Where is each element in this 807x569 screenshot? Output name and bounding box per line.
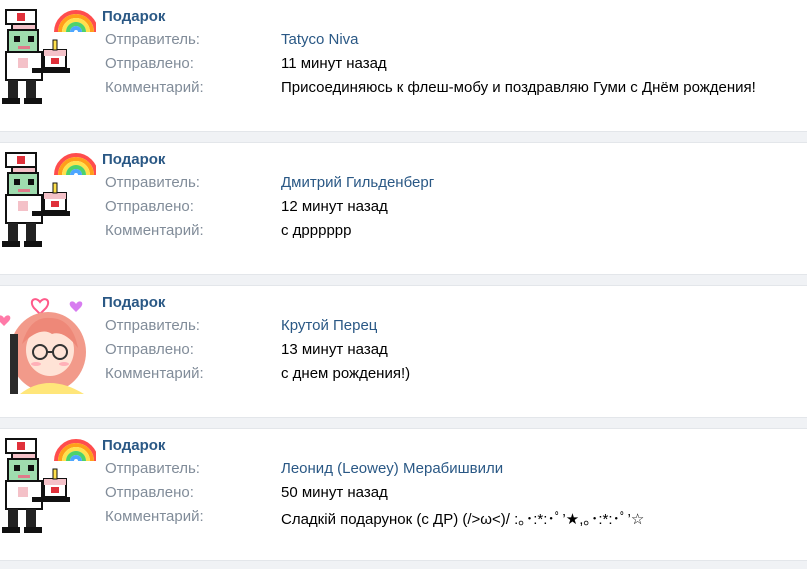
sender-link[interactable]: Tatyco Niva — [281, 31, 359, 48]
comment-label: Комментарий: — [105, 508, 204, 525]
sender-label: Отправитель: — [105, 460, 200, 477]
comment-text: Присоединяюсь к флеш-мобу и поздравляю Г… — [281, 79, 756, 96]
comment-label: Комментарий: — [105, 79, 204, 96]
comment-text: с днем рождения!) — [281, 365, 411, 382]
sent-label: Отправлено: — [105, 55, 194, 72]
gifts-feed: Подарок Отправитель: Tatyco Niva Отправл… — [0, 0, 807, 569]
sent-time: 13 минут назад — [281, 341, 388, 358]
sent-time: 50 минут назад — [281, 484, 388, 501]
sender-label: Отправитель: — [105, 317, 200, 334]
gift-image[interactable] — [0, 437, 96, 537]
sent-label: Отправлено: — [105, 341, 194, 358]
sent-label: Отправлено: — [105, 484, 194, 501]
card-divider — [0, 274, 807, 286]
sender-label: Отправитель: — [105, 174, 200, 191]
comment-text: Сладкій подарунок (с ДР) (/>ω<)/ :｡･:*:･… — [281, 511, 645, 528]
gift-image[interactable] — [0, 151, 96, 251]
card-divider — [0, 560, 807, 569]
gift-title[interactable]: Подарок — [102, 151, 165, 168]
sender-link[interactable]: Крутой Перец — [281, 317, 377, 334]
gift-card: Подарок Отправитель: Tatyco Niva Отправл… — [0, 0, 807, 131]
sender-label: Отправитель: — [105, 31, 200, 48]
sender-link[interactable]: Леонид (Leowey) Мерабишвили — [281, 460, 503, 477]
comment-label: Комментарий: — [105, 365, 204, 382]
sent-time: 12 минут назад — [281, 198, 388, 215]
gift-image[interactable] — [0, 294, 96, 394]
gift-title[interactable]: Подарок — [102, 8, 165, 25]
card-divider — [0, 131, 807, 143]
sender-link[interactable]: Дмитрий Гильденберг — [281, 174, 434, 191]
comment-label: Комментарий: — [105, 222, 204, 239]
comment-text: с дрррррр — [281, 222, 352, 239]
gift-card: Подарок Отправитель: Дмитрий Гильденберг… — [0, 143, 807, 274]
gift-title[interactable]: Подарок — [102, 437, 165, 454]
card-divider — [0, 417, 807, 429]
gift-card: Подарок Отправитель: Леонид (Leowey) Мер… — [0, 429, 807, 560]
gift-card: Подарок Отправитель: Крутой Перец Отправ… — [0, 286, 807, 417]
sent-label: Отправлено: — [105, 198, 194, 215]
gift-title[interactable]: Подарок — [102, 294, 165, 311]
gift-image[interactable] — [0, 8, 96, 108]
sent-time: 11 минут назад — [281, 55, 387, 72]
